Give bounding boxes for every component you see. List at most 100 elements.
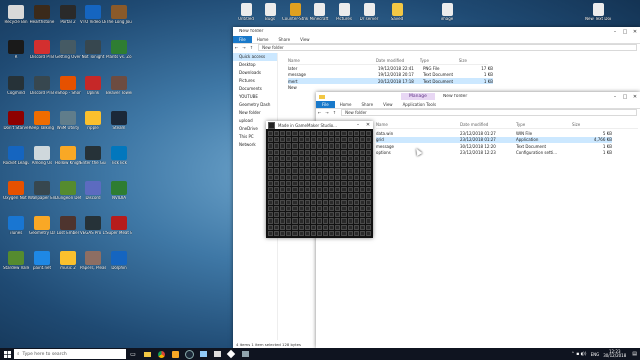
grid-cell[interactable] <box>341 131 347 137</box>
grid-cell[interactable] <box>310 174 316 180</box>
grid-cell[interactable] <box>316 199 323 205</box>
grid-cell[interactable] <box>304 149 310 155</box>
close-icon[interactable]: ✕ <box>630 29 640 35</box>
grid-cell[interactable] <box>310 155 316 162</box>
grid-cell[interactable] <box>359 212 365 218</box>
grid-cell[interactable] <box>286 193 292 199</box>
grid-cell[interactable] <box>316 155 323 162</box>
grid-cell[interactable] <box>286 137 292 143</box>
grid-cell[interactable] <box>280 180 286 187</box>
file-row[interactable]: data.win 23/12/2018 01:27 WIN File 5 KB <box>376 130 612 136</box>
grid-cell[interactable] <box>298 218 304 224</box>
desktop-icon[interactable]: Minecraft <box>306 3 332 22</box>
grid-cell[interactable] <box>335 174 341 180</box>
grid-cell[interactable] <box>298 155 304 162</box>
gamemaker-icon[interactable] <box>224 348 238 360</box>
desktop-icon[interactable]: paint.net <box>29 251 55 271</box>
grid-cell[interactable] <box>310 131 316 137</box>
desktop-icon[interactable]: Geometry Dash <box>29 216 55 236</box>
ribbon-tab-view[interactable]: View <box>295 37 315 42</box>
grid-cell[interactable] <box>335 205 341 212</box>
desktop-icon[interactable]: Uplink <box>80 76 106 96</box>
grid-cell[interactable] <box>268 168 274 174</box>
grid-cell[interactable] <box>280 230 286 236</box>
grid-cell[interactable] <box>280 168 286 174</box>
nav-item[interactable]: Documents <box>233 85 277 93</box>
grid-cell[interactable] <box>280 193 286 199</box>
grid-cell[interactable] <box>347 230 353 236</box>
grid-cell[interactable] <box>286 162 292 168</box>
grid-cell[interactable] <box>292 174 298 180</box>
maximize-icon[interactable]: □ <box>620 94 630 100</box>
grid-cell[interactable] <box>353 187 359 193</box>
grid-cell[interactable] <box>329 174 335 180</box>
desktop-icon[interactable]: Steam <box>106 111 132 131</box>
grid-cell[interactable] <box>341 230 347 236</box>
grid-cell[interactable] <box>335 155 341 162</box>
grid-cell[interactable] <box>347 149 353 155</box>
grid-cell[interactable] <box>323 230 329 236</box>
grid-cell[interactable] <box>341 168 347 174</box>
grid-cell[interactable] <box>359 187 365 193</box>
grid-cell[interactable] <box>347 218 353 224</box>
grid-cell[interactable] <box>268 212 274 218</box>
grid-cell[interactable] <box>341 199 347 205</box>
grid-cell[interactable] <box>310 230 316 236</box>
grid-cell[interactable] <box>359 230 365 236</box>
forward-arrow-icon[interactable]: → <box>240 45 247 50</box>
grid-cell[interactable] <box>329 180 335 187</box>
grid-cell[interactable] <box>304 205 310 212</box>
grid-cell[interactable] <box>310 187 316 193</box>
grid-cell[interactable] <box>316 180 323 187</box>
grid-cell[interactable] <box>335 137 341 143</box>
grid-cell[interactable] <box>268 218 274 224</box>
desktop-icon[interactable]: Bugs <box>257 3 283 22</box>
grid-cell[interactable] <box>286 187 292 193</box>
grid-cell[interactable] <box>310 137 316 143</box>
grid-cell[interactable] <box>274 212 280 218</box>
manage-tab[interactable]: Manage <box>401 93 435 100</box>
grid-cell[interactable] <box>347 205 353 212</box>
grid-cell[interactable] <box>304 131 310 137</box>
grid-cell[interactable] <box>329 143 335 149</box>
file-row[interactable]: grid 23/12/2018 01:27 Application 4,766 KB <box>376 136 612 143</box>
grid-cell[interactable] <box>365 162 371 168</box>
clock[interactable]: 12:23 30/12/2018 <box>603 349 629 359</box>
app-icon-2[interactable] <box>210 348 224 360</box>
grid-cell[interactable] <box>353 218 359 224</box>
grid-cell[interactable] <box>365 187 371 193</box>
grid-cell[interactable] <box>323 199 329 205</box>
grid-cell[interactable] <box>274 174 280 180</box>
task-view-icon[interactable]: ▭ <box>126 348 140 360</box>
grid-cell[interactable] <box>335 162 341 168</box>
grid-cell[interactable] <box>280 199 286 205</box>
grid-cell[interactable] <box>292 168 298 174</box>
grid-cell[interactable] <box>304 199 310 205</box>
desktop-icon[interactable]: Hollow Knight <box>55 146 81 166</box>
grid-cell[interactable] <box>323 174 329 180</box>
desktop-icon[interactable]: Not Tonight <box>80 40 106 60</box>
ribbon-tab-file[interactable]: File <box>233 36 252 43</box>
forward-arrow-icon[interactable]: → <box>323 110 330 115</box>
up-arrow-icon[interactable]: ↑ <box>248 45 255 50</box>
desktop-icon[interactable]: Lost Ember <box>55 216 81 236</box>
file-row[interactable]: later 19/12/2018 22:41 PNG File 17 KB <box>288 65 493 71</box>
search-box[interactable]: ⌕ Type here to search <box>14 349 126 359</box>
grid-cell[interactable] <box>359 155 365 162</box>
grid-cell[interactable] <box>316 218 323 224</box>
game-window[interactable]: Made in GameMaker Studio... – ✕ <box>266 121 373 238</box>
grid-cell[interactable] <box>280 137 286 143</box>
column-header-name[interactable]: Name <box>376 122 460 127</box>
grid-cell[interactable] <box>347 187 353 193</box>
column-header-type[interactable]: Type <box>420 58 459 63</box>
grid-cell[interactable] <box>310 193 316 199</box>
grid-cell[interactable] <box>298 205 304 212</box>
up-arrow-icon[interactable]: ↑ <box>331 110 338 115</box>
ribbon-tab-view[interactable]: View <box>378 102 398 107</box>
grid-cell[interactable] <box>365 224 371 230</box>
grid-cell[interactable] <box>316 131 323 137</box>
grid-cell[interactable] <box>316 187 323 193</box>
paint-icon[interactable] <box>168 348 182 360</box>
grid-cell[interactable] <box>292 149 298 155</box>
grid-cell[interactable] <box>323 212 329 218</box>
